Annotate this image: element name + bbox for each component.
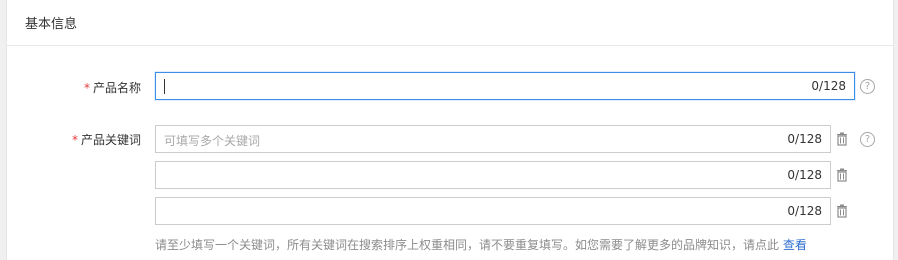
keyword-input-3[interactable]: 0/128	[155, 197, 831, 225]
keyword-1-placeholder: 可填写多个关键词	[164, 134, 261, 148]
basic-info-card: 基本信息 * 产品名称 0/128 ? * 产品关键词 可填写多个关键词 0/128…	[6, 0, 894, 260]
keyword-1-counter: 0/128	[787, 132, 822, 146]
question-circle-icon[interactable]: ?	[860, 79, 875, 94]
trash-icon[interactable]	[835, 168, 849, 182]
text-cursor	[164, 79, 165, 94]
card-header: 基本信息	[7, 0, 893, 46]
keyword-input-2[interactable]: 0/128	[155, 161, 831, 189]
question-circle-icon[interactable]: ?	[860, 132, 875, 147]
keyword-input-1[interactable]: 可填写多个关键词 0/128	[155, 125, 831, 153]
section-title: 基本信息	[25, 17, 78, 32]
product-name-input[interactable]: 0/128	[155, 72, 855, 100]
product-keywords-label-text: 产品关键词	[80, 133, 141, 147]
view-link[interactable]: 查看	[783, 238, 807, 252]
required-mark: *	[83, 81, 90, 95]
trash-icon[interactable]	[835, 132, 849, 146]
product-name-label: * 产品名称	[84, 79, 141, 96]
trash-icon[interactable]	[835, 204, 849, 218]
required-mark: *	[71, 133, 78, 147]
keywords-hint-text: 请至少填写一个关键词，所有关键词在搜索排序上权重相同，请不要重复填写。如您需要了…	[155, 238, 783, 252]
keyword-3-counter: 0/128	[787, 204, 822, 218]
keywords-hint: 请至少填写一个关键词，所有关键词在搜索排序上权重相同，请不要重复填写。如您需要了…	[155, 236, 807, 253]
product-keywords-label: * 产品关键词	[72, 131, 141, 148]
keyword-2-counter: 0/128	[787, 168, 822, 182]
product-name-label-text: 产品名称	[92, 81, 141, 95]
product-name-counter: 0/128	[811, 79, 846, 93]
